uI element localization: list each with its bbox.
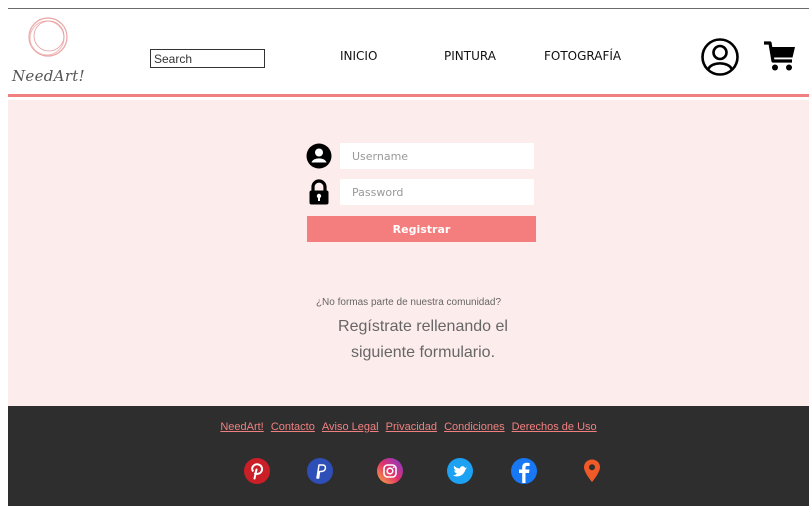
paypal-icon[interactable] [306, 457, 334, 485]
nav-pintura[interactable]: PINTURA [444, 49, 496, 63]
login-section: Registrar ¿No formas parte de nuestra co… [8, 100, 809, 406]
user-icon [306, 143, 332, 169]
site-header: NeedArt! INICIO PINTURA FOTOGRAFÍA [8, 8, 809, 97]
password-field[interactable] [340, 179, 534, 205]
username-row [306, 143, 536, 169]
signup-question: ¿No formas parte de nuestra comunidad? [315, 297, 502, 308]
footer-link-privacidad[interactable]: Privacidad [386, 421, 437, 433]
footer-link-condiciones[interactable]: Condiciones [444, 421, 505, 433]
footer-link-aviso-legal[interactable]: Aviso Legal [322, 421, 379, 433]
twitter-icon[interactable] [446, 457, 474, 485]
nav-inicio[interactable]: INICIO [340, 49, 377, 63]
lock-icon [309, 179, 329, 205]
username-field[interactable] [340, 143, 534, 169]
instagram-icon[interactable] [376, 457, 404, 485]
shopping-cart-icon[interactable] [763, 39, 797, 73]
footer-links: NeedArt! Contacto Aviso Legal Privacidad… [8, 421, 809, 433]
needart-logo[interactable]: NeedArt! [12, 15, 92, 91]
signup-link[interactable]: Regístrate rellenando el siguiente formu… [308, 314, 538, 366]
footer-link-needart[interactable]: NeedArt! [220, 421, 263, 433]
pinterest-icon[interactable] [243, 457, 271, 485]
password-row [306, 179, 536, 205]
facebook-icon[interactable] [510, 457, 538, 485]
location-pin-icon[interactable] [578, 457, 606, 485]
nav-fotografia[interactable]: FOTOGRAFÍA [544, 49, 621, 63]
user-circle-icon[interactable] [700, 37, 740, 77]
search-input[interactable] [150, 49, 265, 68]
logo-circle-icon [28, 17, 68, 57]
footer-link-contacto[interactable]: Contacto [271, 421, 315, 433]
footer-link-derechos-de-uso[interactable]: Derechos de Uso [512, 421, 597, 433]
site-footer: NeedArt! Contacto Aviso Legal Privacidad… [8, 406, 809, 506]
logo-text: NeedArt! [12, 67, 85, 85]
registrar-button[interactable]: Registrar [307, 216, 536, 242]
